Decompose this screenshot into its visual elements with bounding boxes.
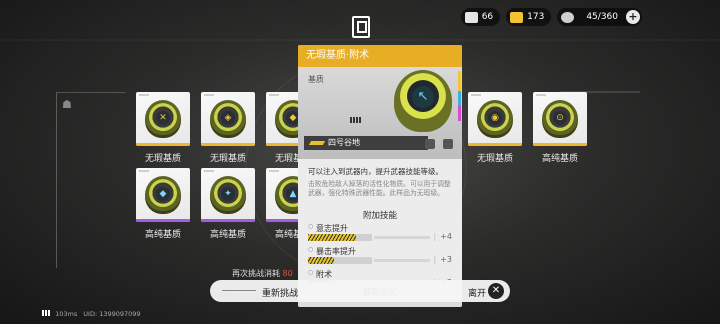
item-card[interactable]: ⊙ 高纯基质 [533,92,587,164]
skill-bonus: +4 [434,232,452,241]
item-detail-panel: 无瑕基质·附术 基质 ↖ 四号谷地 可以注入到武器内，提升武器技能等级。 击败危… [298,45,462,307]
skill-row: 意志提升 +4 [308,223,452,244]
ping-label: 103ms [55,310,78,318]
share-icon[interactable] [443,139,453,149]
gadget-icon: ⊙ [542,100,578,138]
add-stamina-button[interactable]: + [626,10,640,24]
leave-button[interactable]: 离开 [468,286,486,299]
detail-title: 无瑕基质·附术 [298,45,462,67]
image-icon [464,11,478,23]
lock-icon[interactable] [425,139,435,149]
owner-tag: 四号谷地 [304,136,428,150]
detail-body: 可以注入到武器内，提升武器技能等级。 击败危险敌人掉落的活性化物质。可以用于调整… [298,159,462,290]
item-tile: ◉ [468,92,522,146]
tag-icon [308,141,326,145]
item-card[interactable]: ✦ 高纯基质 [201,168,255,240]
item-label: 无瑕基质 [144,154,181,164]
ticket-icon [510,11,524,23]
item-tile: ✦ [201,168,255,222]
retry-cost-label: 再次挑战消耗 [232,269,280,278]
battery-icon [561,11,575,23]
resource-value: 173 [527,12,545,22]
item-tile: ◆ [136,168,190,222]
resource-bar: 66 173 45/360 + [460,8,642,26]
retry-cost: 再次挑战消耗 80 [232,268,293,279]
resource-value: 45/360 [586,12,618,22]
gadget-icon: ↖ [394,70,452,132]
close-icon[interactable]: ✕ [488,283,504,299]
item-tile: ⊙ [533,92,587,146]
gadget-icon: ✕ [145,100,181,138]
skill-name: 暴击率提升 [308,246,452,257]
signal-icon [42,310,50,316]
resource-stamina: 45/360 + [557,8,642,26]
retry-cost-value: 80 [282,269,293,278]
skill-row: 暴击率提升 +3 [308,246,452,267]
item-card[interactable]: ✕ 无瑕基质 [136,92,190,164]
skill-name: 附术 [308,269,452,280]
retry-button[interactable]: 重新挑战 [221,286,298,299]
emblem-icon: ☗ [62,98,72,111]
item-label: 高纯基质 [144,230,181,240]
item-label: 无瑕基质 [476,154,513,164]
item-description: 可以注入到武器内，提升武器技能等级。 [308,167,443,176]
skills-title: 附加技能 [362,211,397,221]
side-frame [56,92,126,268]
network-info: 103ms UID: 1399097099 [42,310,141,318]
resource-image: 66 [460,8,501,26]
bars-icon [350,117,362,123]
detail-header: 基质 ↖ 四号谷地 [298,67,462,159]
action-bar: 重新挑战 离开 ✕ [210,280,510,302]
rarity-strip [458,71,461,121]
gadget-icon: ◈ [210,100,246,138]
gadget-icon: ◉ [477,100,513,138]
item-label: 无瑕基质 [209,154,246,164]
gadget-icon: ◆ [145,176,181,214]
item-card[interactable]: ◈ 无瑕基质 [201,92,255,164]
resource-ticket: 173 [506,8,552,26]
item-tile: ◈ [201,92,255,146]
item-label: 高纯基质 [541,154,578,164]
item-label: 高纯基质 [209,230,246,240]
skill-level-bar [308,234,372,241]
detail-category: 基质 [308,75,324,84]
uid-label: UID: 1399097099 [83,310,141,318]
item-card[interactable]: ◆ 高纯基质 [136,168,190,240]
gadget-icon: ✦ [210,176,246,214]
item-lore: 击败危险敌人掉落的活性化物质。可以用于调整武器，强化特殊武器性能。此样品为无瑕级… [308,180,451,197]
skill-bonus: +3 [434,255,452,264]
game-logo-icon [352,16,370,38]
item-card[interactable]: ◉ 无瑕基质 [468,92,522,164]
skill-name: 意志提升 [308,223,452,234]
owner-label: 四号谷地 [328,138,360,147]
skill-level-bar [308,257,372,264]
resource-value: 66 [481,12,494,22]
item-tile: ✕ [136,92,190,146]
